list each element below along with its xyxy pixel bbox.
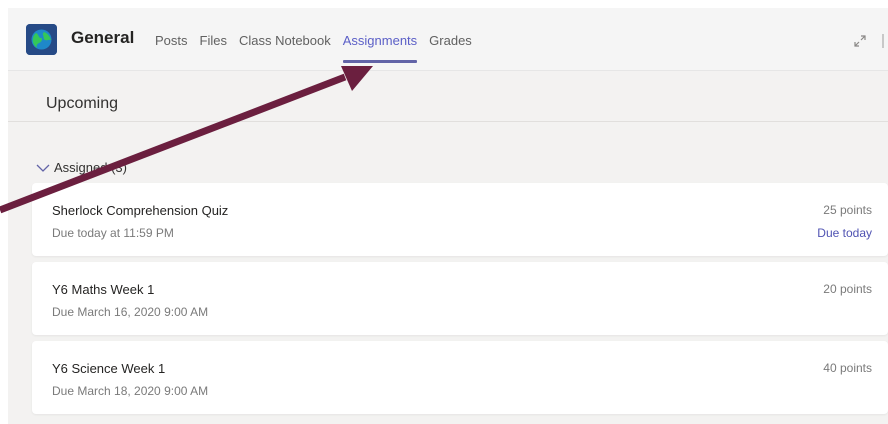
chevron-down-icon [36,164,50,172]
teams-window: General Posts Files Class Notebook Assig… [8,8,888,424]
assignment-due-date: Due March 16, 2020 9:00 AM [52,305,209,319]
channel-header: General Posts Files Class Notebook Assig… [8,8,888,71]
assignment-title: Y6 Science Week 1 [52,361,166,376]
assignment-status: Due today [817,226,872,240]
tab-grades[interactable]: Grades [429,33,472,48]
section-title: Upcoming [46,95,119,112]
assignment-card[interactable]: Y6 Science Week 1 Due March 18, 2020 9:0… [32,341,888,414]
tab-posts[interactable]: Posts [155,33,188,48]
assignment-points: 25 points [823,203,872,217]
assignment-title: Sherlock Comprehension Quiz [52,203,229,218]
channel-tabs: Posts Files Class Notebook Assignments G… [155,33,484,63]
expand-icon[interactable] [853,34,867,48]
tab-class-notebook[interactable]: Class Notebook [239,33,331,48]
assignment-card[interactable]: Y6 Maths Week 1 Due March 16, 2020 9:00 … [32,262,888,335]
tab-assignments[interactable]: Assignments [342,33,418,63]
assignment-due-date: Due today at 11:59 PM [52,226,174,240]
assignment-points: 20 points [823,282,872,296]
assignment-points: 40 points [823,361,872,375]
assignment-title: Y6 Maths Week 1 [52,282,155,297]
assignment-card[interactable]: Sherlock Comprehension Quiz Due today at… [32,183,888,256]
more-options-icon[interactable] [882,34,888,48]
group-label: Assigned (3) [54,160,127,175]
assignment-due-date: Due March 18, 2020 9:00 AM [52,384,209,398]
tab-files[interactable]: Files [200,33,227,48]
globe-icon[interactable] [26,24,57,55]
team-title: General [71,28,135,47]
section-header-bar [8,71,888,122]
assigned-group-toggle[interactable]: Assigned (3) [36,160,127,175]
